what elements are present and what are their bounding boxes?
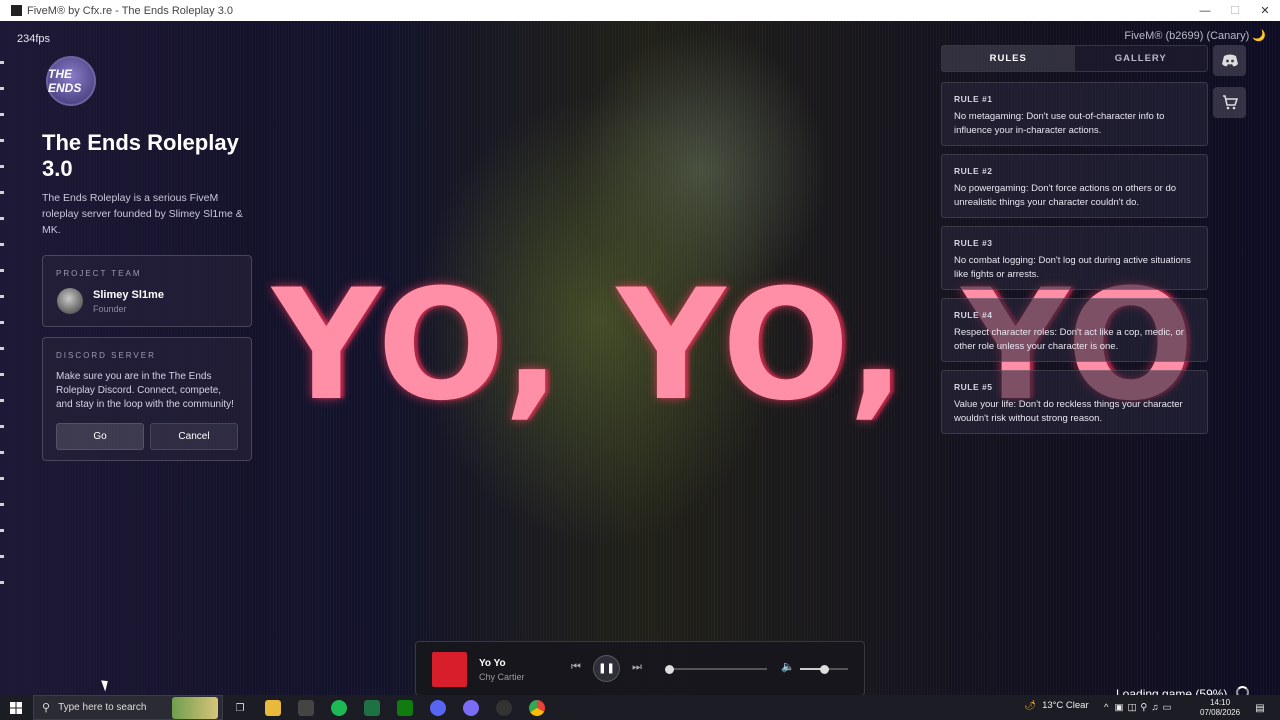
maximize-button[interactable]: ☐ (1220, 4, 1250, 17)
pause-button[interactable]: ❚❚ (593, 655, 620, 682)
taskbar-clock[interactable]: 14:10 07/08/2026 (1200, 698, 1240, 718)
avatar (57, 288, 83, 314)
volume-icon[interactable]: 🔈 (781, 660, 795, 673)
weather-text: 13°C Clear (1042, 700, 1089, 711)
project-team-caption: PROJECT TEAM (56, 269, 142, 278)
tab-rules[interactable]: RULES (942, 46, 1075, 71)
rule-text: Value your life: Don't do reckless thing… (954, 399, 1183, 424)
window-titlebar: FiveM® by Cfx.re - The Ends Roleplay 3.0… (0, 0, 1280, 21)
rule-title: RULE #2 (954, 166, 993, 176)
taskbar-search[interactable]: ⚲ Type here to search (33, 695, 223, 720)
system-tray: ^ ▣◫⚲♫▭ (1104, 695, 1175, 720)
store-button[interactable] (1213, 87, 1246, 118)
rule-text: No combat logging: Don't log out during … (954, 255, 1191, 280)
rule-title: RULE #1 (954, 94, 993, 104)
volume-knob[interactable] (819, 664, 829, 674)
cart-icon (1222, 95, 1238, 110)
weather-widget[interactable]: 🌶 13°C Clear (1024, 700, 1089, 711)
app-icon[interactable] (496, 700, 512, 716)
notifications-icon[interactable]: ▤ (1252, 700, 1268, 716)
rule-text: No metagaming: Don't use out-of-characte… (954, 111, 1165, 136)
panel-tabs: RULES GALLERY (941, 45, 1208, 72)
search-icon: ⚲ (42, 702, 51, 714)
member-role: Founder (93, 303, 127, 314)
taskbar: ⚲ Type here to search ❐ 🌶 13°C Clear ^ ▣… (0, 695, 1280, 720)
rule-card: RULE #3 No combat logging: Don't log out… (941, 226, 1208, 290)
clock-time: 14:10 (1210, 698, 1231, 707)
rule-card: RULE #5 Value your life: Don't do reckle… (941, 370, 1208, 434)
rule-title: RULE #4 (954, 310, 993, 320)
song-title: Yo Yo (479, 658, 506, 669)
chrome-icon[interactable] (529, 700, 545, 716)
go-button[interactable]: Go (56, 423, 144, 450)
member-name: Slimey Sl1me (93, 288, 164, 301)
discord-ptb-icon[interactable] (463, 700, 479, 716)
tab-gallery[interactable]: GALLERY (1075, 46, 1208, 71)
minimize-button[interactable]: — (1190, 5, 1220, 17)
rule-card: RULE #1 No metagaming: Don't use out-of-… (941, 82, 1208, 146)
excel-icon[interactable] (364, 700, 380, 716)
discord-button[interactable] (1213, 45, 1246, 76)
clock-date: 07/08/2026 (1200, 708, 1241, 717)
fivem-taskbar-icon[interactable] (298, 700, 314, 716)
server-logo-text: THE ENDS (48, 67, 82, 95)
rule-title: RULE #5 (954, 382, 993, 392)
close-button[interactable]: ✕ (1250, 4, 1280, 17)
fivem-app-icon (11, 5, 22, 16)
rule-text: Respect character roles: Don't act like … (954, 327, 1184, 352)
start-button[interactable] (0, 695, 32, 720)
window-title: FiveM® by Cfx.re - The Ends Roleplay 3.0 (27, 4, 233, 17)
discord-caption: DISCORD SERVER (56, 351, 156, 360)
rule-card: RULE #4 Respect character roles: Don't a… (941, 298, 1208, 362)
discord-message: Make sure you are in the The Ends Rolepl… (56, 371, 234, 410)
discord-server-card: DISCORD SERVER Make sure you are in the … (42, 337, 252, 461)
rule-title: RULE #3 (954, 238, 993, 248)
spotify-icon[interactable] (331, 700, 347, 716)
tray-icons[interactable]: ▣◫⚲♫▭ (1114, 702, 1175, 713)
seek-knob[interactable] (664, 664, 674, 674)
rule-text: No powergaming: Don't force actions on o… (954, 183, 1177, 208)
next-icon[interactable]: ⏭ (632, 661, 642, 674)
xbox-icon[interactable] (397, 700, 413, 716)
music-player: Yo Yo Chy Cartier ⏮ ❚❚ ⏭ 🔈 (415, 641, 865, 696)
build-version: FiveM® (b2699) (Canary) 🌙 (1124, 30, 1266, 42)
fps-counter: 234fps (17, 33, 51, 45)
discord-icon (1221, 54, 1238, 66)
search-placeholder: Type here to search (58, 702, 147, 713)
team-member: Slimey Sl1me Founder (57, 288, 251, 314)
weather-icon: 🌶 (1024, 700, 1037, 711)
previous-icon[interactable]: ⏮ (571, 661, 581, 674)
seek-slider[interactable] (664, 664, 767, 674)
album-art (432, 652, 467, 687)
search-highlight-image (172, 697, 218, 719)
project-team-card: PROJECT TEAM Slimey Sl1me Founder (42, 255, 252, 327)
task-view-icon[interactable]: ❐ (232, 700, 248, 716)
cancel-button[interactable]: Cancel (150, 423, 238, 450)
rule-card: RULE #2 No powergaming: Don't force acti… (941, 154, 1208, 218)
song-artist: Chy Cartier (479, 672, 525, 682)
tray-chevron-icon[interactable]: ^ (1104, 702, 1108, 713)
file-explorer-icon[interactable] (265, 700, 281, 716)
pause-icon: ❚❚ (598, 663, 615, 674)
left-edge-strip (0, 61, 4, 601)
server-logo: THE ENDS (46, 56, 96, 106)
server-title: The Ends Roleplay 3.0 (42, 130, 239, 181)
windows-icon (10, 701, 22, 714)
volume-slider[interactable] (800, 664, 848, 674)
video-lyric-text: YO, YO, YO (272, 257, 1197, 435)
discord-taskbar-icon[interactable] (430, 700, 446, 716)
server-description: The Ends Roleplay is a serious FiveM rol… (42, 192, 243, 236)
